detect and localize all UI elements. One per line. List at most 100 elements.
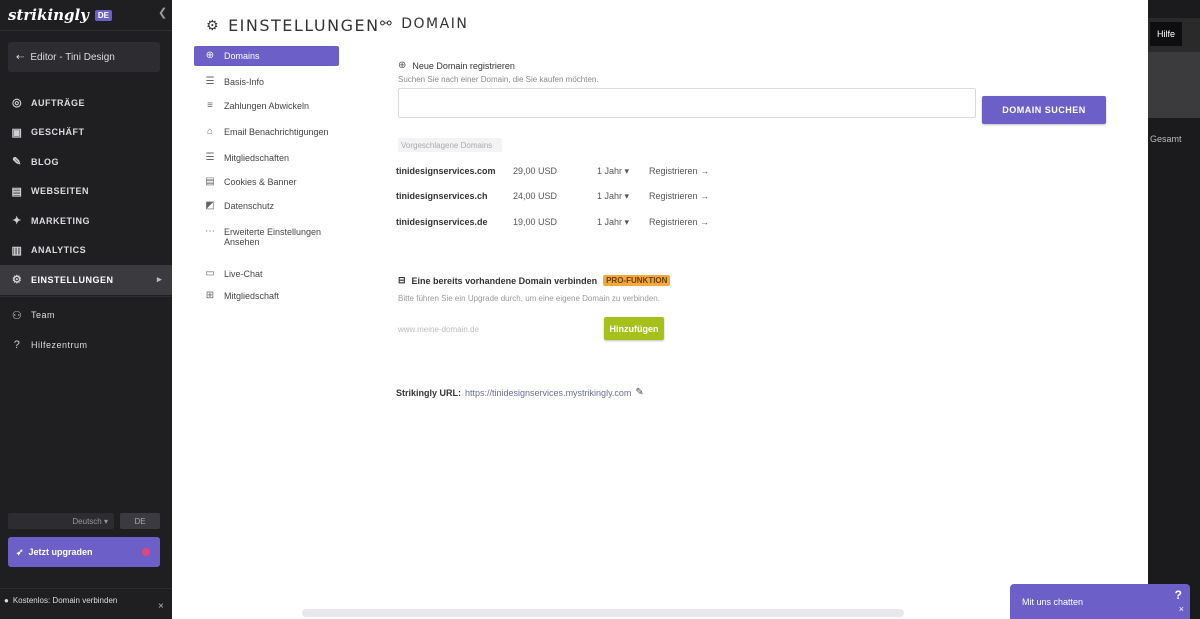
- close-icon[interactable]: ×: [1179, 604, 1184, 614]
- subnav-item[interactable]: ▤ Cookies & Banner: [194, 172, 339, 192]
- chat-widget[interactable]: Mit uns chatten ? ×: [1010, 584, 1190, 619]
- sidebar-item-geschäft[interactable]: ▣ GESCHÄFT: [0, 118, 172, 148]
- subnav-item[interactable]: ≡ Zahlungen Abwickeln: [194, 96, 339, 116]
- language-button[interactable]: DE: [120, 513, 160, 529]
- sidebar-item-analytics[interactable]: ▥ ANALYTICS: [0, 236, 172, 266]
- search-domain-button[interactable]: DOMAIN SUCHEN: [982, 96, 1106, 124]
- arrow-right-icon: →: [697, 166, 710, 176]
- subnav-item-label: Basis-Info: [224, 77, 265, 87]
- subnav-item[interactable]: ▭ Live-Chat: [194, 264, 339, 284]
- sidebar-item-aufträge[interactable]: ◎ AUFTRÄGE: [0, 88, 172, 118]
- sidebar-item-hilfezentrum[interactable]: ? Hilfezentrum: [0, 330, 172, 360]
- sidebar-item-label: MARKETING: [31, 215, 90, 226]
- register-button[interactable]: Registrieren →: [649, 217, 709, 227]
- domain-title: ⚯ DOMAIN: [380, 16, 468, 32]
- connect-domain-button[interactable]: Hinzufügen: [604, 317, 664, 340]
- suggestion-row: tinidesignservices.de 19,00 USD 1 Jahr ▾ Re…: [396, 213, 709, 231]
- register-button-label: Registrieren: [649, 166, 698, 176]
- editor-button[interactable]: ⇠ Editor - Tini Design: [8, 42, 160, 72]
- subnav-item[interactable]: ◩ Datenschutz: [194, 196, 339, 216]
- members-icon: ☰: [205, 152, 215, 163]
- suggested-domain: tinidesignservices.com: [396, 166, 496, 176]
- sidebar-item-einstellungen[interactable]: ⚙ EINSTELLUNGEN ▸: [0, 265, 172, 295]
- subnav-item[interactable]: ⋯ Erweiterte Einstellungen Ansehen: [194, 222, 339, 252]
- sidebar-item-marketing[interactable]: ✦ MARKETING: [0, 206, 172, 236]
- strikingly-logo[interactable]: strikingly: [8, 6, 89, 24]
- domain-title-text: DOMAIN: [401, 16, 469, 32]
- subnav-item[interactable]: ☰ Basis-Info: [194, 72, 339, 92]
- strikingly-url-row: Strikingly URL: https://tinidesignservic…: [396, 387, 644, 398]
- info-icon: ☰: [205, 76, 215, 87]
- chat-widget-label: Mit uns chatten: [1022, 596, 1084, 607]
- sidebar-item-label: Team: [31, 310, 56, 320]
- chat-icon: ▭: [205, 268, 215, 279]
- years-select[interactable]: 1 Jahr ▾: [597, 166, 649, 177]
- domain-price: 24,00 USD: [513, 191, 558, 201]
- sidebar-item-team[interactable]: ⚇ Team: [0, 300, 172, 330]
- sidebar-item-webseiten[interactable]: ▤ WEBSEITEN: [0, 177, 172, 207]
- edit-icon[interactable]: ✎: [635, 387, 643, 398]
- sidebar-divider: [0, 588, 172, 589]
- membership-icon: ⊞: [205, 290, 215, 301]
- subnav-item[interactable]: ☰ Mitgliedschaften: [194, 148, 339, 168]
- upgrade-button-label: Jetzt upgraden: [28, 547, 93, 557]
- marketing-icon: ✦: [12, 215, 22, 228]
- app-sidebar: strikingly DE ❮ ⇠ Editor - Tini Design ◎…: [0, 0, 172, 619]
- chevron-down-icon: ▾: [622, 165, 630, 176]
- sidebar-item-label: AUFTRÄGE: [31, 97, 85, 108]
- background-panel: [1148, 52, 1200, 118]
- team-icon: ⚇: [11, 309, 23, 322]
- connect-domain-placeholder: www.meine-domain.de: [398, 324, 479, 334]
- close-icon[interactable]: ×: [158, 601, 164, 612]
- sidebar-item-blog[interactable]: ✎ BLOG: [0, 147, 172, 177]
- sidebar-divider: [0, 296, 172, 297]
- sidebar-item-label: GESCHÄFT: [31, 127, 85, 138]
- language-select[interactable]: Deutsch ▾: [8, 513, 114, 529]
- register-button[interactable]: Registrieren →: [649, 166, 709, 176]
- main-nav: ◎ AUFTRÄGE ▣ GESCHÄFT ✎ BLOG ▤ WEBSEITEN ✦ MARKET…: [0, 88, 172, 295]
- globe-icon: ⊕: [398, 60, 407, 71]
- settings-icon: ⚙: [11, 274, 23, 287]
- years-select-value: 1 Jahr: [597, 165, 623, 176]
- notification-dot: [142, 548, 150, 556]
- arrow-right-icon: →: [697, 191, 710, 201]
- suggested-domain: tinidesignservices.de: [396, 217, 488, 227]
- subnav-item-label: Email Benachrichtigungen: [224, 127, 329, 137]
- sidebar-item-label: BLOG: [31, 156, 59, 167]
- locale-badge: DE: [94, 9, 112, 21]
- register-heading-text: Neue Domain registrieren: [412, 60, 515, 71]
- years-select[interactable]: 1 Jahr ▾: [597, 217, 649, 228]
- subnav-item-label: Cookies & Banner: [224, 177, 297, 187]
- strikingly-url-link[interactable]: https://tinidesignservices.mystrikingly.…: [465, 388, 631, 398]
- globe-icon: ⊕: [205, 50, 215, 61]
- domain-search-input[interactable]: [398, 88, 976, 118]
- years-select[interactable]: 1 Jahr ▾: [597, 191, 649, 202]
- suggestions-label: Vorgeschlagene Domains: [398, 138, 502, 152]
- years-select-value: 1 Jahr: [597, 216, 623, 227]
- settings-title: ⚙ EINSTELLUNGEN: [206, 16, 380, 35]
- cookies-icon: ▤: [205, 176, 215, 187]
- upgrade-button[interactable]: ➶ Jetzt upgraden: [8, 537, 160, 567]
- collapse-sidebar-icon[interactable]: ❮: [158, 6, 167, 19]
- suggestion-row: tinidesignservices.ch 24,00 USD 1 Jahr ▾ Re…: [396, 187, 709, 205]
- register-button[interactable]: Registrieren →: [649, 191, 709, 201]
- horizontal-scrollbar[interactable]: [302, 609, 904, 617]
- subnav-item[interactable]: ⊕ Domains: [194, 46, 339, 66]
- settings-title-text: EINSTELLUNGEN: [228, 16, 380, 35]
- suggested-domain: tinidesignservices.ch: [396, 191, 488, 201]
- footer-message[interactable]: ● Kostenlos: Domain verbinden: [4, 596, 154, 605]
- help-icon[interactable]: ?: [1175, 588, 1182, 602]
- rocket-icon: ➶: [16, 546, 24, 557]
- suggestion-row: tinidesignservices.com 29,00 USD 1 Jahr ▾ R…: [396, 162, 709, 180]
- subnav-item[interactable]: ⊞ Mitgliedschaft: [194, 286, 339, 306]
- subnav-item[interactable]: ⌂ Email Benachrichtigungen: [194, 122, 339, 142]
- subnav-item-label: Live-Chat: [224, 269, 263, 279]
- connect-description: Bitte führen Sie ein Upgrade durch, um e…: [398, 294, 660, 303]
- settings-subnav: ⊕ Domains ☰ Basis-Info ≡ Zahlungen Abwickeln ⌂…: [194, 46, 339, 306]
- subnav-item-label: Erweiterte Einstellungen Ansehen: [224, 227, 322, 247]
- subnav-item-label: Datenschutz: [224, 201, 275, 211]
- secondary-nav: ⚇ Team ? Hilfezentrum: [0, 300, 172, 360]
- link-icon: ⚯: [380, 16, 394, 32]
- connect-domain-input[interactable]: www.meine-domain.de: [398, 318, 598, 340]
- domain-price: 29,00 USD: [513, 166, 558, 176]
